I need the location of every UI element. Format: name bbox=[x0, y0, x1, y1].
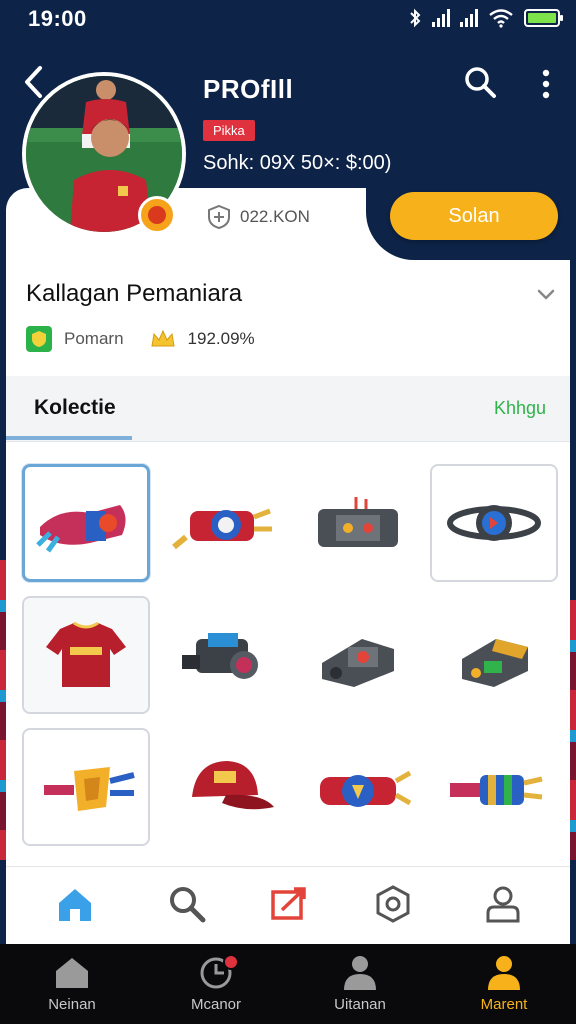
toolbar bbox=[6, 866, 570, 944]
gear-case-item[interactable] bbox=[294, 464, 422, 582]
club-badge-icon bbox=[26, 326, 52, 352]
crown-icon bbox=[150, 329, 175, 347]
armor-module-item[interactable] bbox=[294, 596, 422, 714]
bracer-icon bbox=[172, 508, 272, 550]
striped-glove-icon bbox=[450, 775, 543, 805]
nav-label: Marent bbox=[480, 996, 528, 1013]
chevron-down-icon[interactable] bbox=[534, 282, 558, 306]
jersey-item[interactable] bbox=[22, 596, 150, 714]
status-badge: Pikka bbox=[203, 120, 255, 141]
gold-module-icon bbox=[462, 639, 528, 687]
meta-row: Pomarn 192.09% bbox=[26, 326, 255, 352]
ring-icon bbox=[447, 505, 541, 541]
page-title: PROfIll bbox=[203, 74, 294, 104]
wifi-icon bbox=[489, 9, 513, 28]
tab-indicator bbox=[6, 436, 132, 440]
notification-dot bbox=[223, 954, 239, 970]
rank-badge bbox=[138, 196, 176, 234]
profile-stats: Sohk: 09X 50×: $:00) bbox=[203, 152, 392, 174]
status-bar: 19:00 bbox=[0, 0, 576, 40]
glove-icon bbox=[36, 505, 126, 553]
status-time: 19:00 bbox=[28, 6, 87, 31]
battery-icon bbox=[524, 9, 563, 27]
gold-module-item[interactable] bbox=[430, 596, 558, 714]
emblem-bracer-icon bbox=[320, 770, 412, 807]
home-icon bbox=[56, 958, 88, 988]
striped-glove-item[interactable] bbox=[430, 728, 558, 846]
camera-item[interactable] bbox=[158, 596, 286, 714]
shield-plus-icon bbox=[208, 204, 230, 230]
meta-value: 192.09% bbox=[187, 329, 255, 348]
player-name: Kallagan Pemaniara bbox=[26, 280, 243, 307]
cap-item[interactable] bbox=[158, 728, 286, 846]
search-icon[interactable] bbox=[166, 883, 208, 925]
bottom-nav: Neinan Mcanor Uitanan Marent bbox=[0, 944, 576, 1024]
case-icon bbox=[318, 497, 398, 547]
settings-icon[interactable] bbox=[372, 883, 414, 925]
tabs-bar: Kolectie Khhgu bbox=[6, 376, 570, 442]
module-icon bbox=[322, 639, 394, 687]
cellular-signal-icon bbox=[432, 9, 450, 27]
shield-glove-icon bbox=[44, 767, 135, 811]
profile-icon bbox=[488, 956, 520, 990]
tab-link[interactable]: Khhgu bbox=[494, 398, 546, 419]
power-value: 022.KON bbox=[240, 207, 310, 226]
ring-badge-item[interactable] bbox=[430, 464, 558, 582]
tab-collection[interactable]: Kolectie bbox=[34, 396, 116, 420]
glove-item[interactable] bbox=[22, 464, 150, 582]
nav-label: Uitanan bbox=[334, 996, 386, 1013]
profile-card: 022.KON Kallagan Pemaniara Pomarn 192.09… bbox=[6, 188, 570, 944]
camera-icon bbox=[182, 633, 258, 679]
more-options-icon[interactable] bbox=[534, 66, 558, 102]
cap-icon bbox=[192, 761, 274, 810]
jersey-icon bbox=[46, 621, 126, 687]
emblem-bracer-item[interactable] bbox=[294, 728, 422, 846]
search-icon[interactable] bbox=[462, 64, 498, 100]
power-row: 022.KON bbox=[206, 204, 310, 230]
nav-label: Neinan bbox=[48, 996, 96, 1013]
bluetooth-icon bbox=[410, 8, 421, 28]
home-icon[interactable] bbox=[54, 883, 96, 925]
collection-grid bbox=[22, 464, 558, 846]
share-icon[interactable] bbox=[268, 883, 310, 925]
action-button[interactable]: Solan bbox=[390, 192, 558, 240]
nav-item-home[interactable]: Neinan bbox=[17, 954, 127, 1020]
nav-label: Mcanor bbox=[190, 996, 242, 1013]
status-icons bbox=[408, 8, 563, 28]
nav-item-team[interactable]: Uitanan bbox=[305, 954, 415, 1020]
user-icon[interactable] bbox=[482, 883, 524, 925]
person-icon bbox=[344, 956, 376, 990]
shield-glove-item[interactable] bbox=[22, 728, 150, 846]
bracer-item[interactable] bbox=[158, 464, 286, 582]
cellular-signal-2-icon bbox=[460, 9, 478, 27]
meta-label: Pomarn bbox=[64, 329, 124, 348]
nav-item-profile[interactable]: Marent bbox=[449, 954, 559, 1020]
nav-item-history[interactable]: Mcanor bbox=[161, 954, 271, 1020]
